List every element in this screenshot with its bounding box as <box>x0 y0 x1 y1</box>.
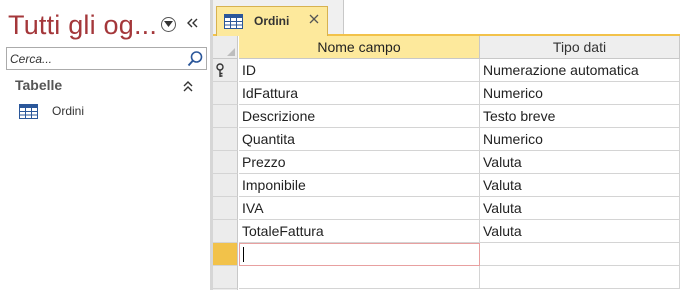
data-type-cell[interactable]: Valuta <box>480 220 680 243</box>
table-row: TotaleFattura Valuta <box>213 220 680 243</box>
navigation-pane: Tutti gli og... Tabelle Ordini <box>0 0 210 290</box>
row-selector[interactable] <box>213 151 238 174</box>
text-caret <box>243 247 244 262</box>
field-name-cell[interactable] <box>239 266 480 289</box>
table-row: IdFattura Numerico <box>213 82 680 105</box>
current-row-selector[interactable] <box>213 243 238 266</box>
navigation-pane-title[interactable]: Tutti gli og... <box>8 10 157 41</box>
row-selector[interactable] <box>213 266 238 289</box>
field-name-cell[interactable]: Imponibile <box>239 174 480 197</box>
field-name-cell[interactable]: IdFattura <box>239 82 480 105</box>
data-type-cell[interactable]: Numerico <box>480 128 680 151</box>
tabstrip-empty-area <box>343 0 680 34</box>
search-box <box>6 47 207 70</box>
data-type-cell[interactable]: Valuta <box>480 174 680 197</box>
table-design-grid: Nome campo Tipo dati ID Numerazione auto… <box>213 36 680 290</box>
row-selector[interactable] <box>213 197 238 220</box>
magnifier-icon[interactable] <box>186 50 204 68</box>
double-chevron-left-icon[interactable] <box>186 16 200 30</box>
key-icon <box>216 63 224 83</box>
row-selector[interactable] <box>213 128 238 151</box>
data-type-cell[interactable]: Numerazione automatica <box>480 59 680 82</box>
row-selector[interactable] <box>213 174 238 197</box>
close-icon[interactable] <box>307 12 321 26</box>
row-selector[interactable] <box>213 82 238 105</box>
field-name-cell[interactable]: TotaleFattura <box>239 220 480 243</box>
data-type-cell[interactable]: Valuta <box>480 197 680 220</box>
data-type-cell[interactable] <box>480 266 680 289</box>
table-row <box>213 266 680 289</box>
table-row: Descrizione Testo breve <box>213 105 680 128</box>
grid-header-row: Nome campo Tipo dati <box>213 36 680 59</box>
row-selector[interactable] <box>213 59 238 82</box>
search-input[interactable] <box>7 48 183 69</box>
grid-corner-selector[interactable] <box>213 36 238 59</box>
new-record-row <box>213 243 680 266</box>
data-type-cell[interactable]: Testo breve <box>480 105 680 128</box>
table-row: Prezzo Valuta <box>213 151 680 174</box>
table-row: Imponibile Valuta <box>213 174 680 197</box>
table-icon <box>19 104 38 124</box>
nav-item-label: Ordini <box>52 104 85 118</box>
column-header-field-name[interactable]: Nome campo <box>239 36 480 59</box>
field-name-cell[interactable]: IVA <box>239 197 480 220</box>
tab-label: Ordini <box>254 14 290 28</box>
field-name-input-cell[interactable] <box>239 243 480 266</box>
tab-ordini[interactable]: Ordini <box>216 6 328 36</box>
table-row: ID Numerazione automatica <box>213 59 680 82</box>
table-row: Quantita Numerico <box>213 128 680 151</box>
table-icon <box>224 14 243 34</box>
data-type-cell[interactable]: Numerico <box>480 82 680 105</box>
data-type-cell[interactable]: Valuta <box>480 151 680 174</box>
field-name-cell[interactable]: ID <box>239 59 480 82</box>
field-name-cell[interactable]: Quantita <box>239 128 480 151</box>
nav-item-ordini[interactable]: Ordini <box>17 101 197 121</box>
data-type-cell[interactable] <box>480 243 680 266</box>
field-name-cell[interactable]: Descrizione <box>239 105 480 128</box>
group-header-tables[interactable]: Tabelle <box>15 77 62 93</box>
double-chevron-up-icon[interactable] <box>182 79 194 93</box>
column-header-data-type[interactable]: Tipo dati <box>480 36 680 59</box>
row-selector[interactable] <box>213 220 238 243</box>
row-selector[interactable] <box>213 105 238 128</box>
dropdown-circle-icon[interactable] <box>161 17 176 32</box>
field-name-cell[interactable]: Prezzo <box>239 151 480 174</box>
table-row: IVA Valuta <box>213 197 680 220</box>
